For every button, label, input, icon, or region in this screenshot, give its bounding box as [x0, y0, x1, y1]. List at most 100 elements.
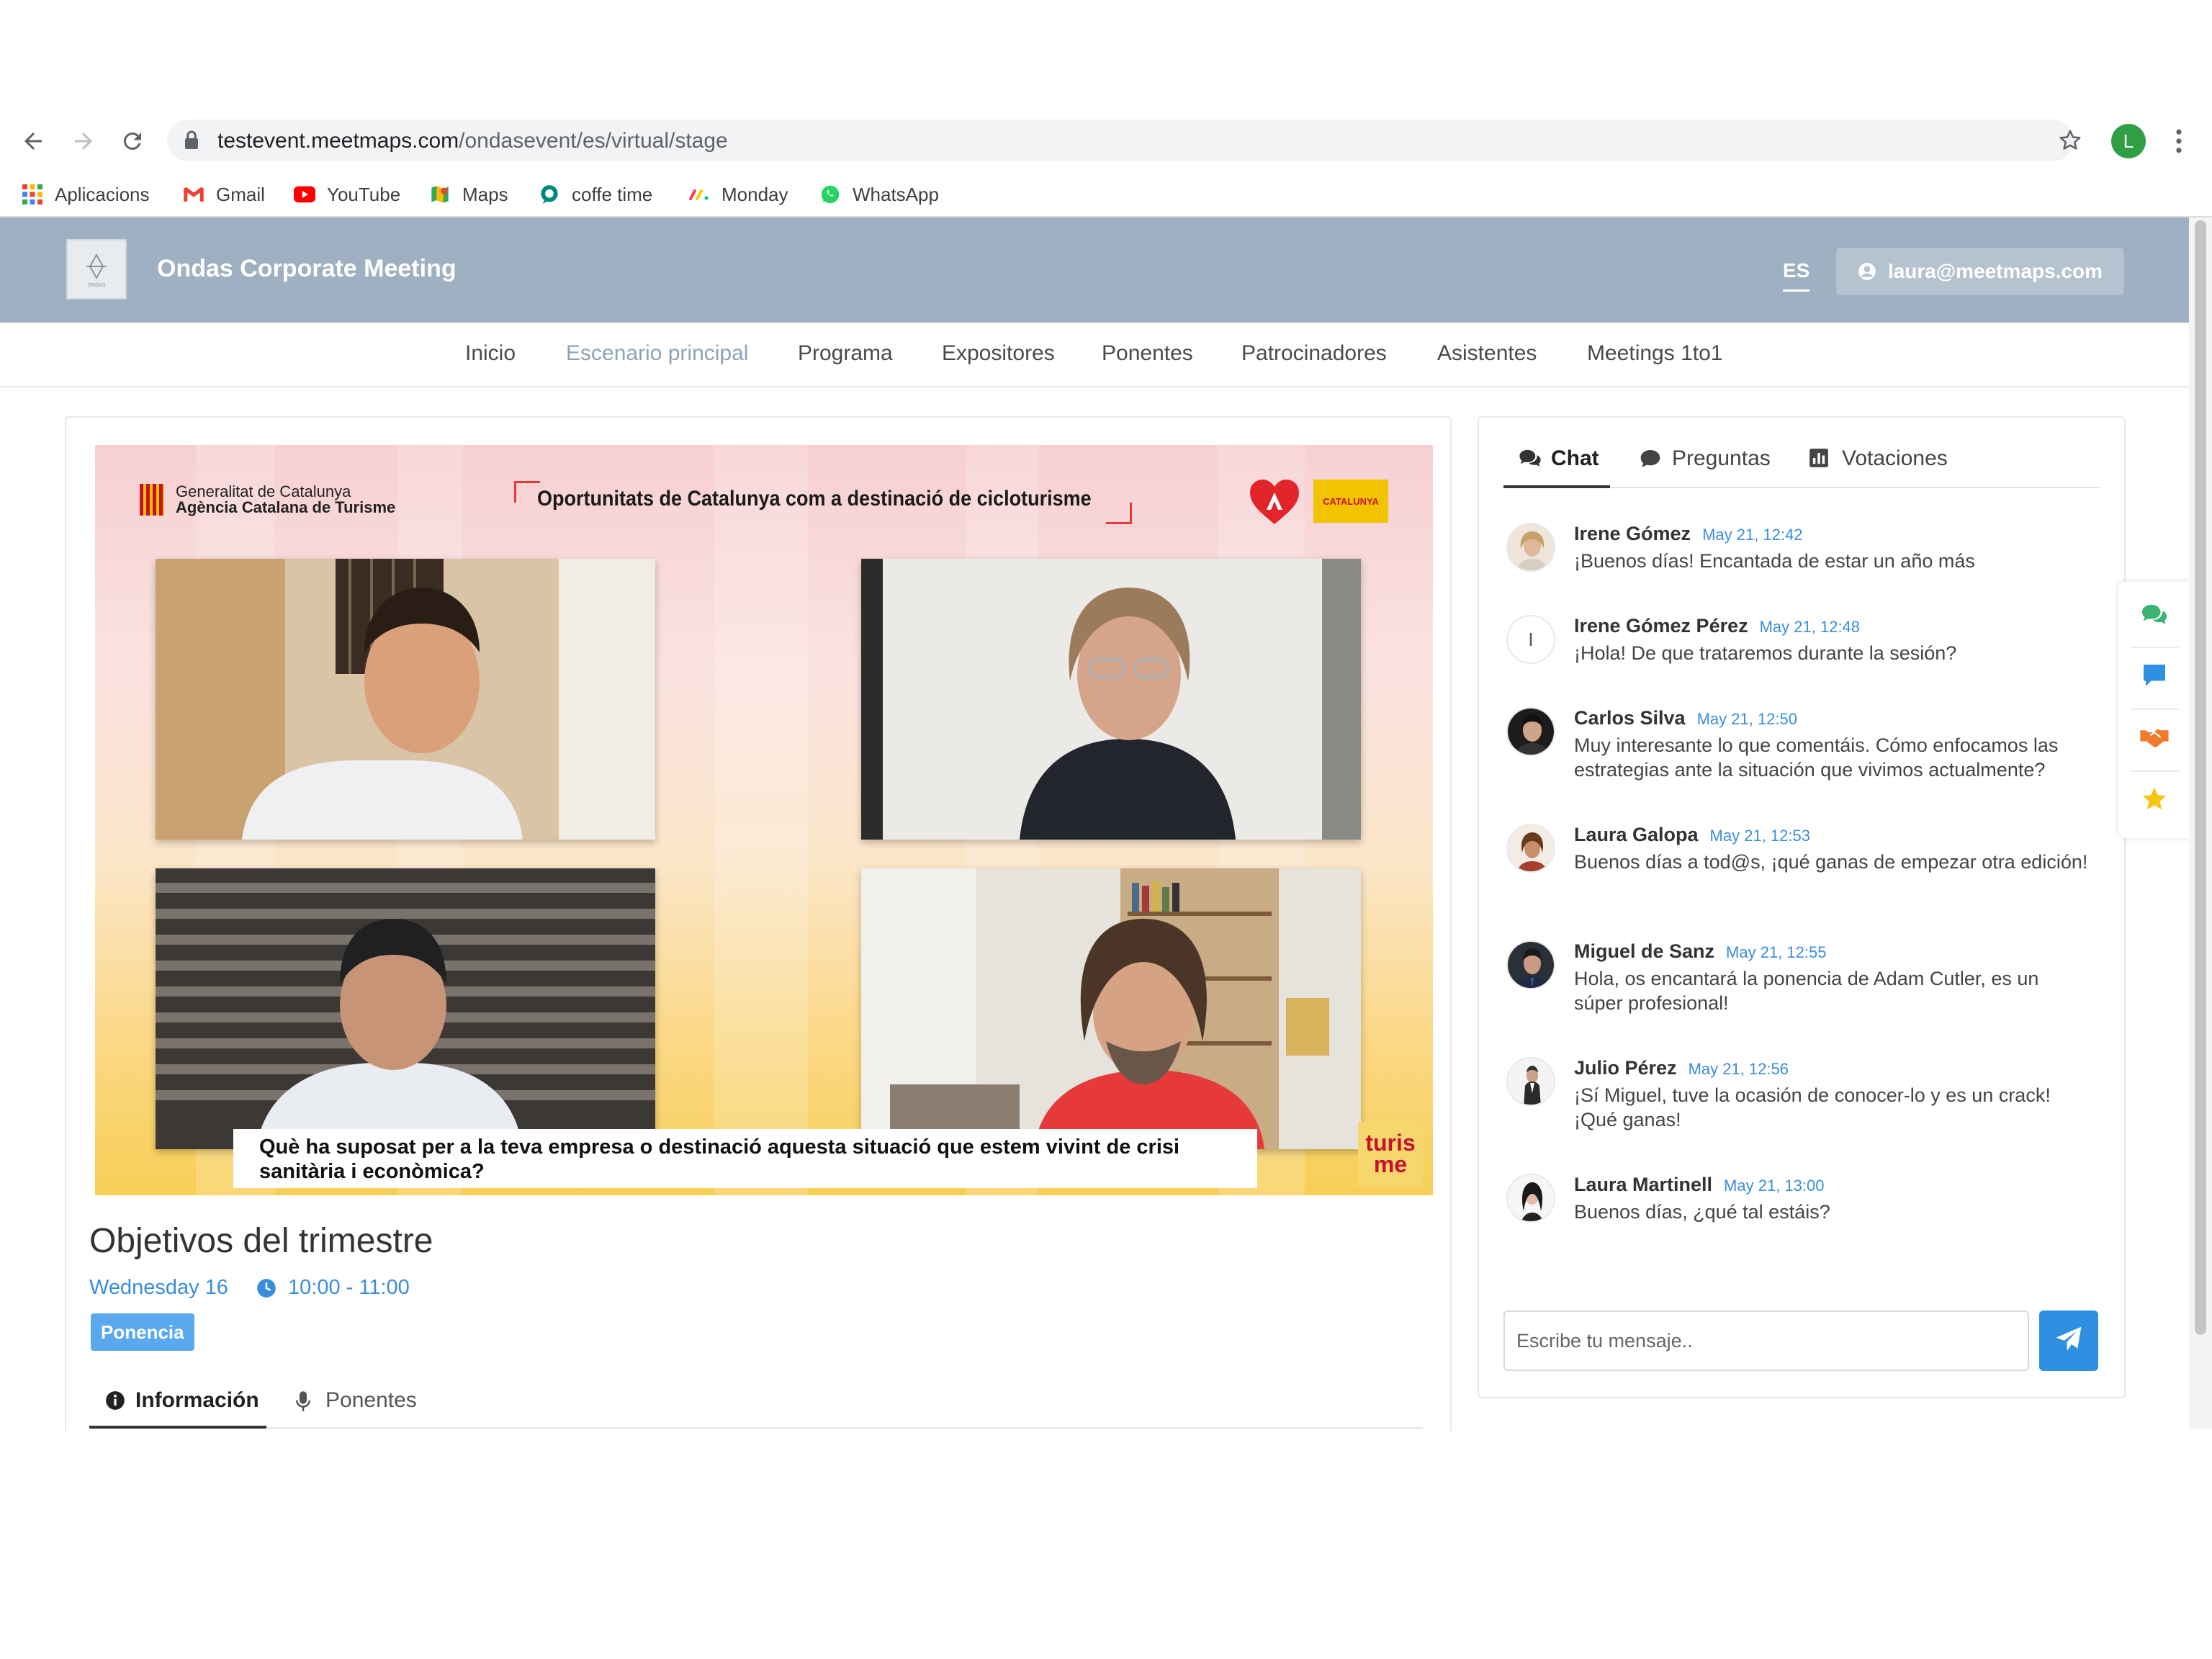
- bookmark-youtube[interactable]: YouTube: [294, 180, 400, 209]
- speaker-tile-2: [861, 559, 1361, 840]
- avatar: [1506, 1057, 1555, 1106]
- side-divider: [2130, 709, 2179, 710]
- bookmark-maps[interactable]: Maps: [429, 180, 508, 209]
- clock-icon: [256, 1278, 276, 1298]
- bookmark-whatsapp[interactable]: WhatsApp: [819, 180, 939, 209]
- tab-label: Preguntas: [1672, 446, 1771, 470]
- handshake-icon: [2139, 726, 2170, 752]
- forward-icon[interactable]: [63, 121, 104, 161]
- message-author: Julio Pérez: [1574, 1057, 1677, 1079]
- session-time: 10:00 - 11:00: [256, 1276, 410, 1300]
- side-favorites-button[interactable]: [2139, 785, 2170, 817]
- session-type-badge: Ponencia: [91, 1313, 194, 1351]
- turisme-logo: turis me: [1358, 1122, 1423, 1187]
- side-chat-button[interactable]: [2139, 601, 2170, 632]
- tab-votaciones[interactable]: Votaciones: [1809, 446, 1948, 471]
- message-author: Laura Galopa: [1574, 824, 1699, 845]
- user-account-button[interactable]: laura@meetmaps.com: [1836, 248, 2124, 295]
- generalitat-text: Generalitat de Catalunya Agència Catalan…: [176, 484, 395, 516]
- turisme-line2: me: [1373, 1151, 1408, 1177]
- nav-inicio[interactable]: Inicio: [465, 341, 516, 366]
- tab-label: Ponentes: [325, 1388, 417, 1412]
- message-author: Laura Martinell: [1574, 1174, 1713, 1195]
- message-time: May 21, 12:42: [1702, 526, 1803, 544]
- generalitat-logo: Generalitat de Catalunya Agència Catalan…: [140, 484, 395, 516]
- bookmark-label: Aplicacions: [55, 183, 150, 205]
- nav-escenario-principal[interactable]: Escenario principal: [566, 341, 748, 366]
- event-title[interactable]: Ondas Corporate Meeting: [157, 255, 457, 283]
- speaker-tile-1: [156, 559, 655, 840]
- session-date: Wednesday 16: [89, 1276, 228, 1299]
- address-bar[interactable]: testevent.meetmaps.com/ondasevent/es/vir…: [167, 120, 2074, 161]
- bookmark-label: WhatsApp: [853, 183, 939, 205]
- monday-icon: [688, 184, 710, 205]
- tab-label: Votaciones: [1842, 446, 1948, 470]
- message-author: Irene Gómez: [1574, 523, 1691, 544]
- avatar: [1506, 707, 1555, 756]
- bookmark-monday[interactable]: Monday: [688, 180, 788, 209]
- screenshot-stage: 文 testevent.meetmaps.com/ondasevent/es/v…: [0, 0, 2212, 1659]
- bookmark-gmail[interactable]: Gmail: [183, 180, 265, 209]
- send-message-button[interactable]: [2039, 1310, 2098, 1371]
- title-bracket-left: [514, 481, 540, 503]
- back-icon[interactable]: [13, 121, 53, 161]
- side-questions-button[interactable]: [2139, 661, 2170, 693]
- bookmark-aplicacions[interactable]: Aplicacions: [22, 180, 150, 209]
- language-selector[interactable]: ES: [1783, 259, 1810, 292]
- side-meetings-button[interactable]: [2139, 723, 2170, 755]
- video-caption: Què ha suposat per a la teva empresa o d…: [233, 1129, 1257, 1188]
- gmail-icon: [183, 184, 204, 205]
- message-time: May 21, 12:53: [1709, 827, 1810, 845]
- catalunya-logo: CATALUNYA: [1313, 480, 1388, 523]
- nav-ponentes[interactable]: Ponentes: [1102, 341, 1193, 366]
- nav-patrocinadores[interactable]: Patrocinadores: [1241, 341, 1387, 366]
- avatar: [1506, 824, 1555, 873]
- nav-asistentes[interactable]: Asistentes: [1437, 341, 1537, 366]
- url-text: testevent.meetmaps.com/ondasevent/es/vir…: [217, 129, 728, 153]
- message-text: Buenos días, ¿qué tal estáis?: [1574, 1201, 1830, 1223]
- bookmark-coffe-time[interactable]: coffe time: [539, 180, 652, 209]
- star-icon: [2141, 786, 2168, 817]
- app-header: ONDAS Ondas Corporate Meeting ES laura@m…: [0, 217, 2189, 323]
- nav-expositores[interactable]: Expositores: [942, 341, 1055, 366]
- bookmark-label: coffe time: [572, 183, 653, 205]
- chat-tabs: Chat Preguntas Votaciones: [1503, 442, 2100, 488]
- avatar: [1506, 940, 1555, 989]
- session-time-text: 10:00 - 11:00: [288, 1276, 410, 1299]
- message-time: May 21, 13:00: [1724, 1177, 1825, 1195]
- nav-programa[interactable]: Programa: [798, 341, 893, 366]
- bookmark-star-icon[interactable]: [2054, 124, 2087, 157]
- comments-icon: [1518, 448, 1541, 469]
- message-text: Muy interesante lo que comentáis. Cómo e…: [1574, 734, 2059, 781]
- paper-plane-icon: [2055, 1326, 2082, 1357]
- message-author: Carlos Silva: [1574, 707, 1686, 729]
- comment-icon: [1639, 448, 1662, 469]
- tab-ponentes[interactable]: Ponentes: [295, 1388, 417, 1413]
- active-tab-underline: [89, 1426, 266, 1429]
- comments-icon: [2140, 603, 2169, 631]
- floating-side-bar: [2118, 582, 2190, 838]
- tab-informacion[interactable]: Información: [105, 1388, 259, 1413]
- message-text: ¡Buenos días! Encantada de estar un año …: [1574, 550, 1975, 572]
- tab-preguntas[interactable]: Preguntas: [1639, 446, 1771, 471]
- message-author: Miguel de Sanz: [1574, 940, 1715, 962]
- event-logo[interactable]: ONDAS: [66, 239, 127, 300]
- reload-icon[interactable]: [112, 121, 153, 161]
- message-text: ¡Hola! De que trataremos durante la sesi…: [1574, 642, 1957, 664]
- tab-label: Chat: [1551, 446, 1599, 470]
- video-player[interactable]: Generalitat de Catalunya Agència Catalan…: [95, 445, 1433, 1195]
- active-tab-underline: [1503, 485, 1610, 488]
- bookmark-label: Monday: [721, 183, 788, 205]
- nav-meetings-1to1[interactable]: Meetings 1to1: [1587, 341, 1722, 366]
- profile-avatar[interactable]: L: [2111, 124, 2146, 158]
- session-title: Objetivos del trimestre: [89, 1222, 433, 1260]
- message-text: ¡Sí Miguel, tuve la ocasión de conocer-l…: [1574, 1084, 2051, 1130]
- tab-chat[interactable]: Chat: [1518, 446, 1599, 471]
- page-scrollbar-thumb[interactable]: [2195, 220, 2206, 1335]
- chat-message-input[interactable]: [1503, 1310, 2029, 1371]
- avatar: [1506, 1174, 1555, 1223]
- browser-menu-icon[interactable]: [2167, 127, 2190, 156]
- speaker-tile-3: [156, 868, 655, 1149]
- bookmark-label: Gmail: [216, 183, 265, 205]
- video-title: Oportunitats de Catalunya com a destinac…: [537, 487, 1092, 511]
